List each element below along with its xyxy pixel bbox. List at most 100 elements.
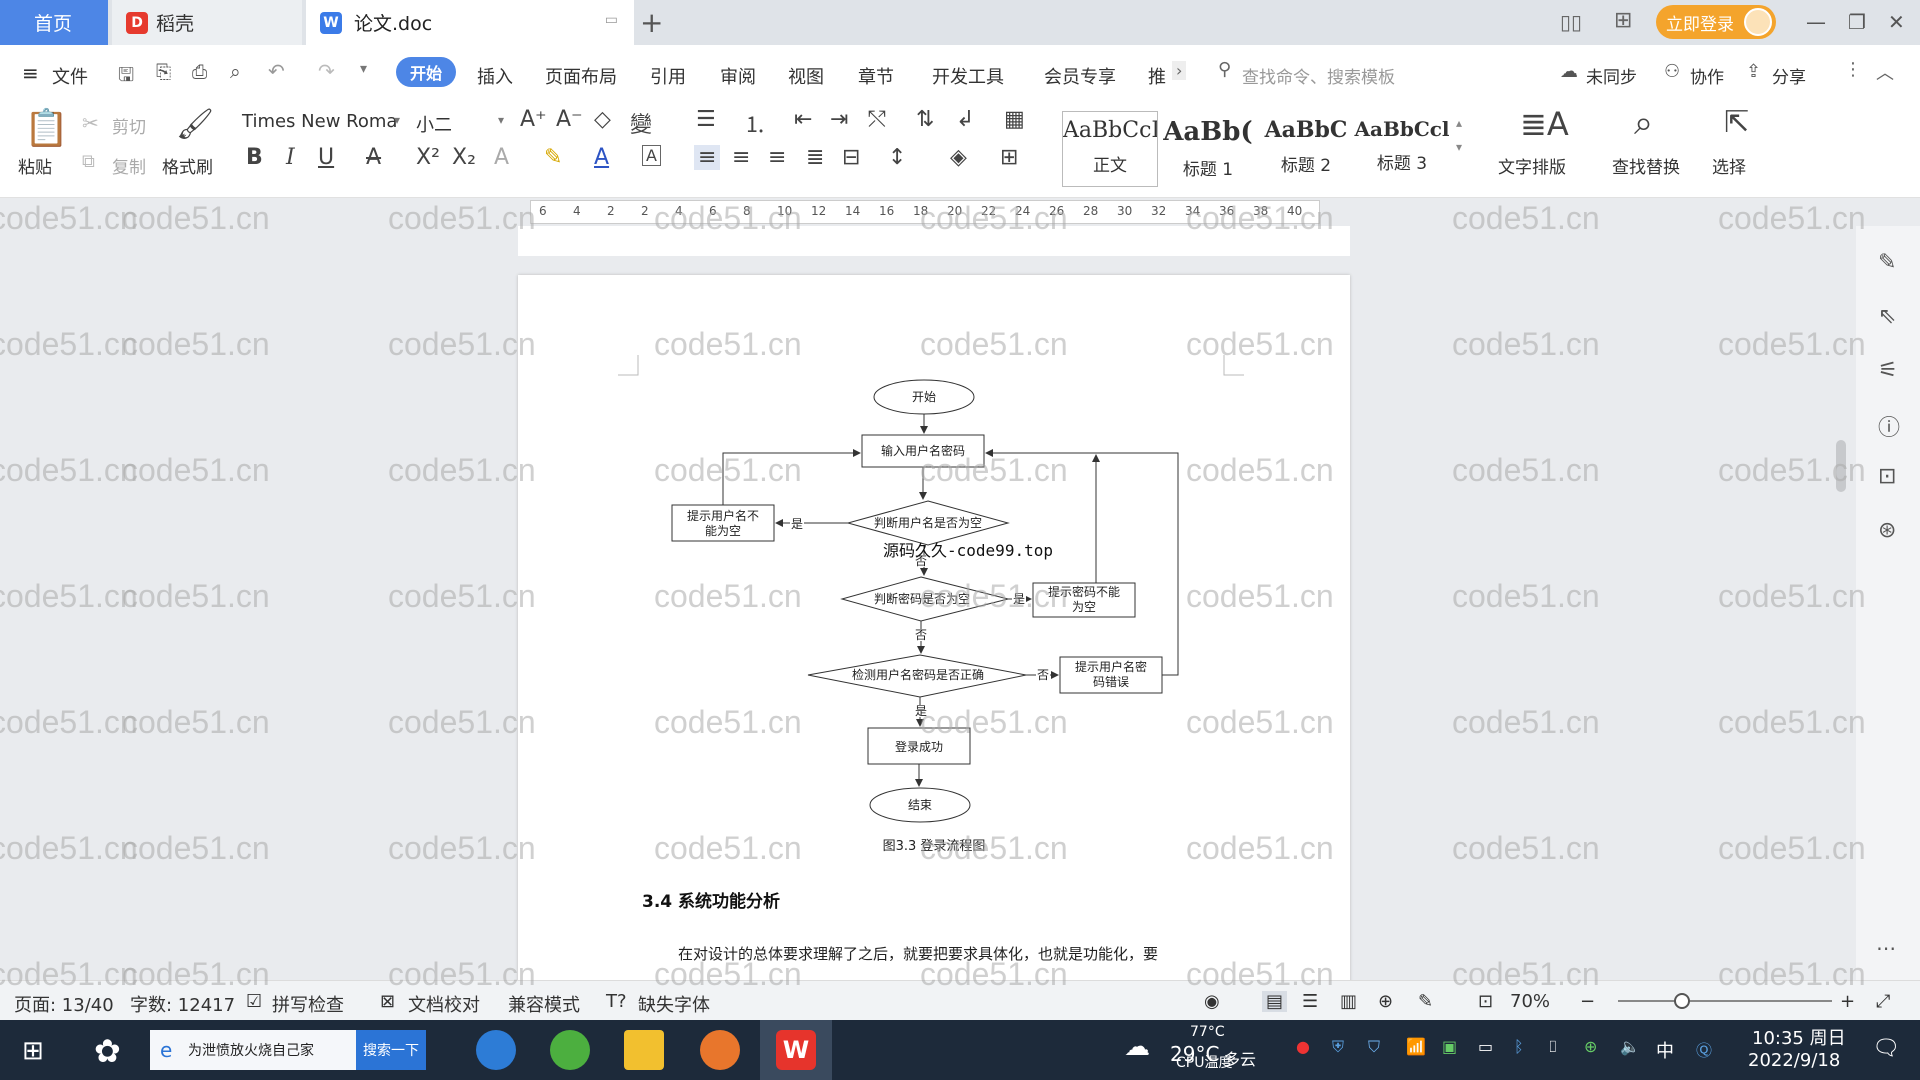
bold-icon[interactable]: B	[246, 145, 263, 170]
notification-icon[interactable]: 🗨	[1872, 1036, 1900, 1061]
sort-icon[interactable]: ⇅	[916, 107, 934, 132]
save-icon[interactable]: 🖫	[118, 61, 134, 93]
align-right-icon[interactable]: ≡	[768, 145, 786, 170]
fullscreen-icon[interactable]: ⤢	[1876, 991, 1890, 1012]
page-view-icon[interactable]: ▤	[1262, 991, 1288, 1012]
select-cursor-icon[interactable]: ⇱	[1724, 105, 1749, 140]
clock-time[interactable]: 10:35 周日	[1752, 1024, 1846, 1050]
menu-member[interactable]: 会员专享	[1044, 63, 1116, 89]
read-view-icon[interactable]: ▥	[1340, 991, 1357, 1012]
undo-icon[interactable]: ↶	[268, 59, 285, 83]
export-icon[interactable]: ⎘	[156, 61, 171, 83]
shading-icon[interactable]: ◈	[950, 145, 967, 170]
subscript-icon[interactable]: X₂	[452, 145, 476, 170]
write-view-icon[interactable]: ✎	[1418, 991, 1433, 1012]
style-heading-1[interactable]: AaBb( 标题 1	[1160, 111, 1256, 187]
phonetic-icon[interactable]: 變	[630, 107, 652, 139]
sync-status[interactable]: 未同步	[1586, 63, 1637, 88]
strikethrough-icon[interactable]: A	[366, 145, 381, 170]
image-tool-icon[interactable]: ⊡	[1878, 464, 1896, 489]
hamburger-icon[interactable]: ≡	[22, 61, 39, 85]
text-layout-button[interactable]: 文字排版	[1498, 153, 1566, 178]
web-view-icon[interactable]: ⊕	[1378, 991, 1393, 1012]
collab-button[interactable]: 协作	[1690, 63, 1724, 88]
bluetooth-icon[interactable]: ᛒ	[1514, 1037, 1524, 1056]
menu-review[interactable]: 审阅	[720, 63, 756, 89]
vertical-scrollbar[interactable]	[1830, 226, 1852, 996]
taskbar-search-input[interactable]: e 为泄愤放火烧自己家	[150, 1030, 356, 1070]
ie-browser-icon[interactable]	[476, 1030, 516, 1070]
zoom-out-icon[interactable]: −	[1580, 991, 1595, 1012]
outline-view-icon[interactable]: ☰	[1302, 991, 1318, 1012]
paste-button[interactable]: 粘贴	[18, 153, 52, 178]
qq-icon[interactable]: Ⓠ	[1696, 1037, 1712, 1061]
tray-security-icon[interactable]: ⛨	[1332, 1037, 1344, 1057]
ime-indicator[interactable]: 中	[1656, 1037, 1674, 1063]
file-explorer-icon[interactable]	[624, 1030, 664, 1070]
page-counter[interactable]: 页面: 13/40	[14, 991, 114, 1017]
find-replace-icon[interactable]: ⌕	[1634, 103, 1653, 143]
tab-docer[interactable]: D 稻壳	[112, 0, 302, 45]
scrollbar-thumb[interactable]	[1836, 440, 1846, 492]
paste-icon[interactable]: 📋	[24, 107, 69, 149]
fit-page-icon[interactable]: ⊡	[1478, 991, 1493, 1012]
new-tab-icon[interactable]: +	[640, 6, 663, 39]
line-spacing-icon[interactable]: ↕	[888, 145, 906, 170]
windows-start-icon[interactable]: ⊞	[22, 1036, 44, 1066]
styles-scroll-icon[interactable]: ▴ ▾	[1456, 111, 1462, 159]
justify-icon[interactable]: ≣	[806, 145, 824, 170]
print-icon[interactable]: ⎙	[192, 61, 207, 83]
font-color-icon[interactable]: A	[594, 145, 609, 170]
missing-font-button[interactable]: 缺失字体	[638, 991, 710, 1017]
menu-chapter[interactable]: 章节	[858, 63, 894, 89]
pen-icon[interactable]: ✎	[1878, 250, 1896, 275]
font-size-select[interactable]: 小二 ▾	[410, 107, 510, 137]
more-dots-icon[interactable]: ⋯	[1876, 936, 1896, 960]
numbered-list-icon[interactable]: ⒈	[744, 107, 766, 139]
quick-access-dropdown-icon[interactable]: ▾	[360, 61, 367, 77]
wifi-icon[interactable]: 📶	[1406, 1037, 1426, 1056]
format-painter-button[interactable]: 格式刷	[162, 153, 213, 178]
document-page[interactable]: 开始 输入用户名密码 判断用户名是否为空 提示用户名不 能为空 判断密码是否为空…	[518, 275, 1350, 995]
share-button[interactable]: 分享	[1772, 63, 1806, 88]
wps-taskbar-item[interactable]: W	[760, 1020, 832, 1080]
eye-protect-icon[interactable]: ◉	[1204, 991, 1220, 1012]
minimize-icon[interactable]: —	[1806, 10, 1826, 34]
shrink-font-icon[interactable]: A⁻	[556, 107, 583, 132]
redo-icon[interactable]: ↷	[318, 59, 335, 83]
layout-icon[interactable]: ▯▯	[1560, 10, 1582, 34]
nvidia-icon[interactable]: ▣	[1442, 1037, 1457, 1056]
zoom-slider[interactable]	[1618, 1000, 1832, 1002]
volume-icon[interactable]: 🔈	[1620, 1037, 1640, 1056]
menu-insert[interactable]: 插入	[477, 63, 513, 89]
restore-icon[interactable]: ❐	[1848, 10, 1866, 34]
format-painter-icon[interactable]: 🖌	[176, 107, 214, 142]
print-preview-icon[interactable]: ⌕	[230, 61, 241, 83]
style-normal[interactable]: AaBbCcI 正文	[1062, 111, 1158, 187]
zoom-level[interactable]: 70%	[1510, 991, 1550, 1012]
copy-button[interactable]: 复制	[112, 153, 146, 178]
italic-icon[interactable]: I	[286, 145, 295, 170]
text-effect-icon[interactable]: A	[494, 145, 509, 170]
cut-icon[interactable]: ✂	[82, 111, 99, 135]
usb-icon[interactable]: ⌷	[1548, 1037, 1558, 1057]
tray-shield-icon[interactable]: ⛉	[1368, 1037, 1380, 1057]
app-pinwheel-icon[interactable]: ✿	[94, 1032, 121, 1070]
word-count[interactable]: 字数: 12417	[130, 991, 235, 1017]
table-tools-icon[interactable]: ▦	[1004, 107, 1025, 132]
green-browser-icon[interactable]	[550, 1030, 590, 1070]
grid-apps-icon[interactable]: ⊞	[1614, 8, 1632, 33]
proof-button[interactable]: 文档校对	[408, 991, 480, 1017]
font-family-select[interactable]: Times New Roma ▾	[236, 107, 406, 137]
tab-screen-icon[interactable]: ▭	[605, 12, 618, 28]
help-icon[interactable]: ⓘ	[1878, 410, 1900, 442]
style-heading-3[interactable]: AaBbCcl 标题 3	[1354, 111, 1450, 187]
highlight-icon[interactable]: ✎	[544, 145, 562, 170]
cut-button[interactable]: 剪切	[112, 113, 146, 138]
menu-page-layout[interactable]: 页面布局	[545, 63, 617, 89]
menu-recommend[interactable]: 推	[1148, 63, 1166, 89]
underline-icon[interactable]: U	[318, 145, 334, 170]
clear-format-icon[interactable]: ◇	[594, 107, 611, 132]
close-icon[interactable]: ✕	[1888, 10, 1905, 34]
command-search-input[interactable]: 查找命令、搜索模板	[1242, 63, 1395, 88]
